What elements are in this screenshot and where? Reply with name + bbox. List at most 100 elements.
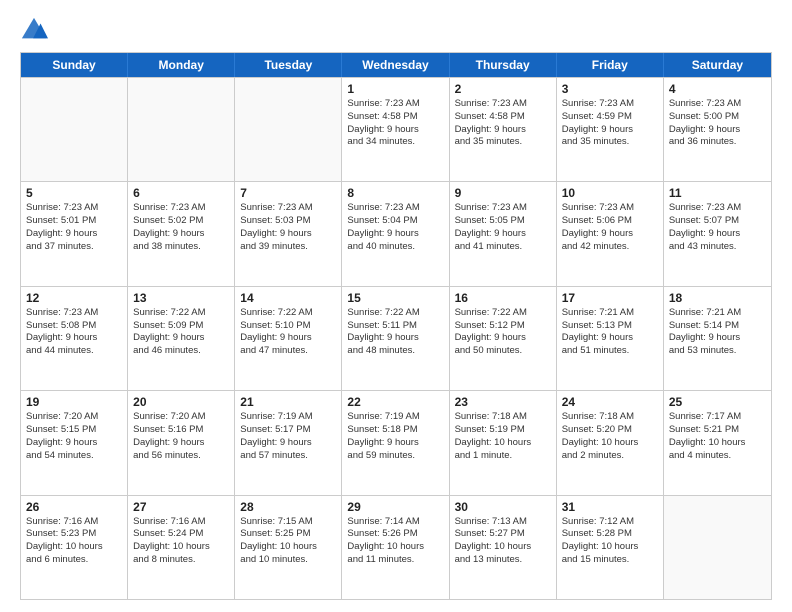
calendar-week: 1Sunrise: 7:23 AMSunset: 4:58 PMDaylight… <box>21 77 771 181</box>
calendar-cell: 17Sunrise: 7:21 AMSunset: 5:13 PMDayligh… <box>557 287 664 390</box>
calendar-cell: 27 Sunrise: 7:16 AMSunset: 5:24 PMDayligh… <box>128 496 235 599</box>
cell-text: Sunrise: 7:21 AMSunset: 5:14 PMDaylight:… <box>669 307 766 358</box>
day-number: 14 <box>240 291 336 305</box>
calendar-cell: 15 Sunrise: 7:22 AMSunset: 5:11 PMDayligh… <box>342 287 449 390</box>
calendar-week: 26 Sunrise: 7:16 AMSunset: 5:23 PMDayligh… <box>21 495 771 599</box>
cell-text: Sunrise: 7:23 AMSunset: 5:04 PMDaylight:… <box>347 202 443 253</box>
cell-text: Sunrise: 7:13 AMSunset: 5:27 PMDaylight:… <box>455 516 551 567</box>
logo <box>20 16 50 44</box>
cell-text: Sunrise: 7:23 AMSunset: 5:01 PMDaylight:… <box>26 202 122 253</box>
day-number: 25 <box>669 395 766 409</box>
cell-text: Sunrise: 7:21 AMSunset: 5:13 PMDaylight:… <box>562 307 658 358</box>
cell-text: Sunrise: 7:22 AMSunset: 5:09 PMDaylight:… <box>133 307 229 358</box>
cell-text: Sunrise: 7:19 AMSunset: 5:18 PMDaylight:… <box>347 411 443 462</box>
cell-text: Sunrise: 7:23 AMSunset: 5:02 PMDaylight:… <box>133 202 229 253</box>
cell-text: Sunrise: 7:23 AMSunset: 5:00 PMDaylight:… <box>669 98 766 149</box>
day-number: 11 <box>669 186 766 200</box>
calendar-cell: 23Sunrise: 7:18 AMSunset: 5:19 PMDayligh… <box>450 391 557 494</box>
day-number: 6 <box>133 186 229 200</box>
calendar-cell: 5 Sunrise: 7:23 AMSunset: 5:01 PMDaylight… <box>21 182 128 285</box>
calendar-cell <box>21 78 128 181</box>
day-number: 22 <box>347 395 443 409</box>
calendar-cell: 31Sunrise: 7:12 AMSunset: 5:28 PMDayligh… <box>557 496 664 599</box>
day-number: 13 <box>133 291 229 305</box>
calendar-cell: 4 Sunrise: 7:23 AMSunset: 5:00 PMDaylight… <box>664 78 771 181</box>
day-number: 15 <box>347 291 443 305</box>
day-number: 5 <box>26 186 122 200</box>
weekday-header: Friday <box>557 53 664 77</box>
calendar-cell: 30 Sunrise: 7:13 AMSunset: 5:27 PMDayligh… <box>450 496 557 599</box>
day-number: 4 <box>669 82 766 96</box>
cell-text: Sunrise: 7:19 AMSunset: 5:17 PMDaylight:… <box>240 411 336 462</box>
cell-text: Sunrise: 7:23 AMSunset: 4:59 PMDaylight:… <box>562 98 658 149</box>
cell-text: Sunrise: 7:12 AMSunset: 5:28 PMDaylight:… <box>562 516 658 567</box>
day-number: 19 <box>26 395 122 409</box>
day-number: 18 <box>669 291 766 305</box>
cell-text: Sunrise: 7:23 AMSunset: 5:05 PMDaylight:… <box>455 202 551 253</box>
day-number: 29 <box>347 500 443 514</box>
calendar-body: 1Sunrise: 7:23 AMSunset: 4:58 PMDaylight… <box>21 77 771 599</box>
day-number: 16 <box>455 291 551 305</box>
day-number: 10 <box>562 186 658 200</box>
day-number: 8 <box>347 186 443 200</box>
calendar-page: SundayMondayTuesdayWednesdayThursdayFrid… <box>0 0 792 612</box>
calendar-cell: 29Sunrise: 7:14 AMSunset: 5:26 PMDayligh… <box>342 496 449 599</box>
calendar-cell: 11 Sunrise: 7:23 AMSunset: 5:07 PMDayligh… <box>664 182 771 285</box>
calendar-cell <box>664 496 771 599</box>
calendar-cell: 14 Sunrise: 7:22 AMSunset: 5:10 PMDayligh… <box>235 287 342 390</box>
calendar-cell <box>235 78 342 181</box>
calendar-cell: 1Sunrise: 7:23 AMSunset: 4:58 PMDaylight… <box>342 78 449 181</box>
calendar-cell: 8 Sunrise: 7:23 AMSunset: 5:04 PMDaylight… <box>342 182 449 285</box>
cell-text: Sunrise: 7:23 AMSunset: 5:08 PMDaylight:… <box>26 307 122 358</box>
cell-text: Sunrise: 7:20 AMSunset: 5:16 PMDaylight:… <box>133 411 229 462</box>
calendar-week: 12Sunrise: 7:23 AMSunset: 5:08 PMDayligh… <box>21 286 771 390</box>
cell-text: Sunrise: 7:16 AMSunset: 5:24 PMDaylight:… <box>133 516 229 567</box>
logo-icon <box>20 16 48 44</box>
cell-text: Sunrise: 7:23 AMSunset: 5:06 PMDaylight:… <box>562 202 658 253</box>
calendar: SundayMondayTuesdayWednesdayThursdayFrid… <box>20 52 772 600</box>
day-number: 26 <box>26 500 122 514</box>
calendar-cell: 10 Sunrise: 7:23 AMSunset: 5:06 PMDayligh… <box>557 182 664 285</box>
calendar-cell <box>128 78 235 181</box>
cell-text: Sunrise: 7:15 AMSunset: 5:25 PMDaylight:… <box>240 516 336 567</box>
header <box>20 16 772 44</box>
calendar-cell: 20 Sunrise: 7:20 AMSunset: 5:16 PMDayligh… <box>128 391 235 494</box>
cell-text: Sunrise: 7:23 AMSunset: 4:58 PMDaylight:… <box>455 98 551 149</box>
day-number: 30 <box>455 500 551 514</box>
calendar-cell: 26 Sunrise: 7:16 AMSunset: 5:23 PMDayligh… <box>21 496 128 599</box>
calendar-cell: 18 Sunrise: 7:21 AMSunset: 5:14 PMDayligh… <box>664 287 771 390</box>
calendar-cell: 22 Sunrise: 7:19 AMSunset: 5:18 PMDayligh… <box>342 391 449 494</box>
weekday-header: Monday <box>128 53 235 77</box>
calendar-cell: 12Sunrise: 7:23 AMSunset: 5:08 PMDayligh… <box>21 287 128 390</box>
calendar-cell: 24 Sunrise: 7:18 AMSunset: 5:20 PMDayligh… <box>557 391 664 494</box>
cell-text: Sunrise: 7:23 AMSunset: 5:03 PMDaylight:… <box>240 202 336 253</box>
day-number: 24 <box>562 395 658 409</box>
weekday-header: Sunday <box>21 53 128 77</box>
day-number: 2 <box>455 82 551 96</box>
day-number: 9 <box>455 186 551 200</box>
day-number: 23 <box>455 395 551 409</box>
calendar-cell: 19 Sunrise: 7:20 AMSunset: 5:15 PMDayligh… <box>21 391 128 494</box>
calendar-cell: 28 Sunrise: 7:15 AMSunset: 5:25 PMDayligh… <box>235 496 342 599</box>
weekday-header: Saturday <box>664 53 771 77</box>
calendar-week: 5 Sunrise: 7:23 AMSunset: 5:01 PMDaylight… <box>21 181 771 285</box>
cell-text: Sunrise: 7:22 AMSunset: 5:11 PMDaylight:… <box>347 307 443 358</box>
calendar-cell: 16 Sunrise: 7:22 AMSunset: 5:12 PMDayligh… <box>450 287 557 390</box>
day-number: 7 <box>240 186 336 200</box>
day-number: 28 <box>240 500 336 514</box>
calendar-cell: 25 Sunrise: 7:17 AMSunset: 5:21 PMDayligh… <box>664 391 771 494</box>
cell-text: Sunrise: 7:20 AMSunset: 5:15 PMDaylight:… <box>26 411 122 462</box>
cell-text: Sunrise: 7:22 AMSunset: 5:12 PMDaylight:… <box>455 307 551 358</box>
day-number: 27 <box>133 500 229 514</box>
cell-text: Sunrise: 7:22 AMSunset: 5:10 PMDaylight:… <box>240 307 336 358</box>
day-number: 21 <box>240 395 336 409</box>
weekday-header: Wednesday <box>342 53 449 77</box>
cell-text: Sunrise: 7:17 AMSunset: 5:21 PMDaylight:… <box>669 411 766 462</box>
cell-text: Sunrise: 7:23 AMSunset: 4:58 PMDaylight:… <box>347 98 443 149</box>
day-number: 20 <box>133 395 229 409</box>
calendar-header-row: SundayMondayTuesdayWednesdayThursdayFrid… <box>21 53 771 77</box>
day-number: 3 <box>562 82 658 96</box>
cell-text: Sunrise: 7:18 AMSunset: 5:20 PMDaylight:… <box>562 411 658 462</box>
cell-text: Sunrise: 7:16 AMSunset: 5:23 PMDaylight:… <box>26 516 122 567</box>
cell-text: Sunrise: 7:23 AMSunset: 5:07 PMDaylight:… <box>669 202 766 253</box>
